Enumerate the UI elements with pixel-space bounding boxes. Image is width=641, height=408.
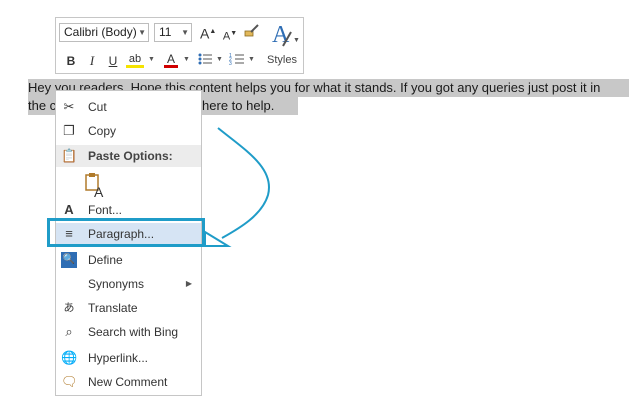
menu-item-label: Cut xyxy=(88,100,107,114)
translate-icon: あ xyxy=(63,302,75,314)
menu-item-new-comment[interactable]: 🗨 New Comment xyxy=(56,371,201,393)
svg-text:▼: ▼ xyxy=(293,37,299,44)
menu-item-label: Paste Options: xyxy=(88,149,173,163)
menu-item-label: Copy xyxy=(88,124,117,138)
clipboard-icon: 📋 xyxy=(61,148,78,163)
font-icon: A xyxy=(64,202,74,217)
bold-button[interactable]: B xyxy=(64,53,78,69)
menu-item-copy[interactable]: ❐ Copy xyxy=(56,120,201,142)
font-size-dropdown[interactable]: 11 ▼ xyxy=(154,23,192,42)
menu-item-define[interactable]: 🔍 Define xyxy=(56,249,201,271)
styles-icon: A ▼ xyxy=(272,22,300,48)
grow-font-icon: A xyxy=(200,25,210,42)
menu-item-translate[interactable]: あ Translate xyxy=(56,297,201,319)
menu-item-label: Search with Bing xyxy=(88,325,179,339)
paste-text-only-icon: A xyxy=(85,173,104,200)
bullets-icon xyxy=(198,53,212,65)
font-size-value: 11 xyxy=(159,25,172,39)
font-name-dropdown[interactable]: Calibri (Body) ▼ xyxy=(59,23,149,42)
styles-label: Styles xyxy=(267,54,297,66)
highlight-button[interactable]: ab xyxy=(126,51,144,68)
search-icon: ⌕ xyxy=(65,324,73,339)
font-color-button[interactable]: A xyxy=(164,51,178,68)
comment-icon: 🗨 xyxy=(61,374,78,389)
submenu-arrow-icon: ▶ xyxy=(185,279,192,288)
menu-item-search-with-bing[interactable]: ⌕ Search with Bing xyxy=(56,321,201,343)
highlighter-icon: ab xyxy=(128,53,142,65)
chevron-down-icon[interactable]: ▼ xyxy=(183,56,190,63)
font-color-icon: A xyxy=(166,52,175,66)
bullets-button[interactable] xyxy=(196,51,214,71)
format-painter-button[interactable] xyxy=(243,22,261,44)
define-icon: 🔍 xyxy=(61,252,77,268)
copy-icon: ❐ xyxy=(63,123,75,138)
menu-item-label: Synonyms xyxy=(88,277,145,291)
svg-text:A: A xyxy=(94,184,104,199)
menu-item-label: New Comment xyxy=(88,375,168,389)
chevron-down-icon: ▼ xyxy=(181,28,189,37)
svg-text:A: A xyxy=(272,22,290,48)
menu-item-cut[interactable]: ✂ Cut xyxy=(56,96,201,118)
paste-keep-text-only-button[interactable]: A xyxy=(83,171,109,200)
menu-item-hyperlink[interactable]: 🌐 Hyperlink... xyxy=(56,347,201,369)
italic-button[interactable]: I xyxy=(85,53,99,69)
styles-button[interactable]: A ▼ xyxy=(269,20,300,54)
hyperlink-icon: 🌐 xyxy=(61,350,78,365)
chevron-down-icon: ▼ xyxy=(138,28,146,37)
font-name-value: Calibri (Body) xyxy=(64,25,137,39)
mini-toolbar: Calibri (Body) ▼ 11 ▼ A▲ A▼ A ▼ Styles B… xyxy=(55,17,304,74)
line2-start: the c xyxy=(28,98,57,113)
chevron-down-icon[interactable]: ▼ xyxy=(216,56,223,63)
callout-highlight-box xyxy=(47,218,205,247)
underline-button[interactable]: U xyxy=(106,53,120,69)
menu-item-label: Define xyxy=(88,253,123,267)
chevron-down-icon[interactable]: ▼ xyxy=(148,56,155,63)
grow-font-button[interactable]: A▲ xyxy=(200,24,216,42)
menu-item-label: Translate xyxy=(88,301,138,315)
menu-item-label: Hyperlink... xyxy=(88,351,149,365)
paintbrush-icon xyxy=(244,24,259,37)
svg-text:3: 3 xyxy=(229,61,232,67)
scissors-icon: ✂ xyxy=(63,99,75,114)
line2-end: e here to help. xyxy=(191,98,275,113)
chevron-down-icon[interactable]: ▼ xyxy=(248,56,255,63)
highlight-color-bar xyxy=(126,65,144,68)
numbering-icon: 1 2 3 xyxy=(229,53,244,67)
numbering-button[interactable]: 1 2 3 xyxy=(228,51,246,71)
menu-item-synonyms[interactable]: Synonyms ▶ xyxy=(56,273,201,295)
paste-options-header: 📋 Paste Options: xyxy=(56,145,201,167)
shrink-font-button[interactable]: A▼ xyxy=(222,26,238,45)
